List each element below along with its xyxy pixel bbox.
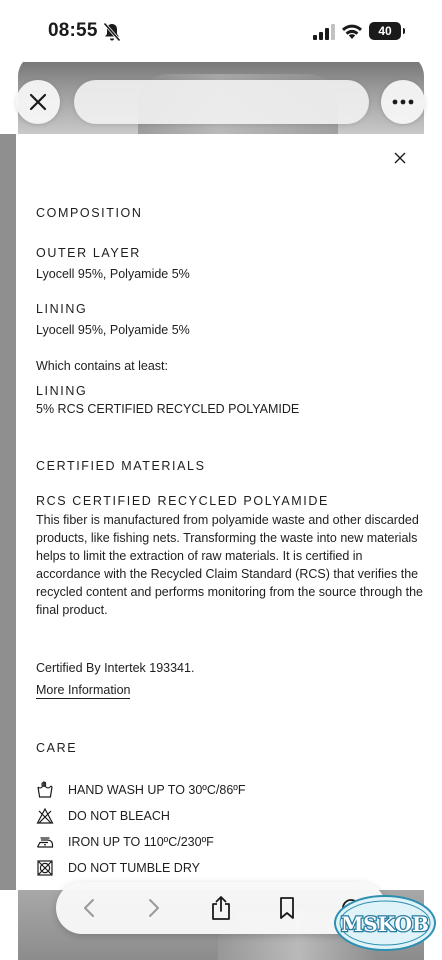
lining-heading: LINING	[36, 302, 88, 316]
care-item: IRON UP TO 110ºC/230ºF	[36, 832, 214, 852]
back-button[interactable]	[76, 895, 102, 921]
bookmarks-button[interactable]	[274, 895, 300, 921]
care-label: DO NOT TUMBLE DRY	[68, 861, 200, 875]
close-icon	[29, 93, 47, 111]
do-not-tumble-dry-icon	[37, 860, 53, 876]
more-information-link[interactable]: More Information	[36, 683, 131, 699]
composition-heading: COMPOSITION	[36, 206, 143, 220]
iron-icon	[36, 837, 54, 848]
share-icon	[212, 896, 230, 920]
contains-lining-heading: LINING	[36, 384, 88, 398]
contains-lining-value: 5% RCS CERTIFIED RECYCLED POLYAMIDE	[36, 402, 300, 416]
back-icon	[84, 899, 94, 917]
outer-layer-heading: OUTER LAYER	[36, 246, 141, 260]
certified-materials-heading: CERTIFIED MATERIALS	[36, 459, 206, 473]
rcs-description: This fiber is manufactured from polyamid…	[36, 513, 424, 617]
forward-button[interactable]	[141, 895, 167, 921]
contains-note: Which contains at least:	[36, 359, 169, 373]
more-options-button[interactable]	[381, 80, 425, 124]
care-item: HAND WASH UP TO 30ºC/86ºF	[36, 780, 245, 800]
watermark-text: MSKOB	[341, 912, 429, 936]
care-label: HAND WASH UP TO 30ºC/86ºF	[68, 783, 246, 797]
hand-wash-icon	[37, 781, 53, 798]
outer-layer-value: Lyocell 95%, Polyamide 5%	[36, 267, 190, 281]
bookmarks-icon	[280, 897, 294, 919]
forward-icon	[149, 899, 159, 917]
more-icon	[392, 99, 414, 105]
battery-level: 40	[378, 24, 392, 38]
lining-value: Lyocell 95%, Polyamide 5%	[36, 323, 190, 337]
cellular-signal-icon	[313, 24, 335, 40]
battery-icon: 40	[369, 22, 405, 40]
panel-close-button[interactable]	[390, 148, 410, 168]
browser-close-button[interactable]	[16, 80, 60, 124]
rcs-heading: RCS CERTIFIED RECYCLED POLYAMIDE	[36, 494, 329, 508]
wifi-icon	[342, 24, 362, 39]
care-heading: CARE	[36, 741, 78, 755]
do-not-bleach-icon	[36, 807, 54, 824]
care-label: DO NOT BLEACH	[68, 809, 170, 823]
watermark-logo: MSKOB	[334, 895, 436, 951]
close-icon	[394, 152, 406, 164]
certified-by: Certified By Intertek 193341.	[36, 661, 195, 675]
share-button[interactable]	[208, 895, 234, 921]
address-bar[interactable]	[74, 80, 369, 124]
care-item: DO NOT TUMBLE DRY	[36, 858, 200, 878]
product-photo-edge	[0, 134, 16, 890]
status-time: 08:55	[48, 20, 98, 41]
status-bar: 08:55 40	[0, 0, 442, 62]
care-label: IRON UP TO 110ºC/230ºF	[68, 835, 214, 849]
bell-off-icon	[103, 22, 121, 42]
care-item: DO NOT BLEACH	[36, 806, 170, 826]
